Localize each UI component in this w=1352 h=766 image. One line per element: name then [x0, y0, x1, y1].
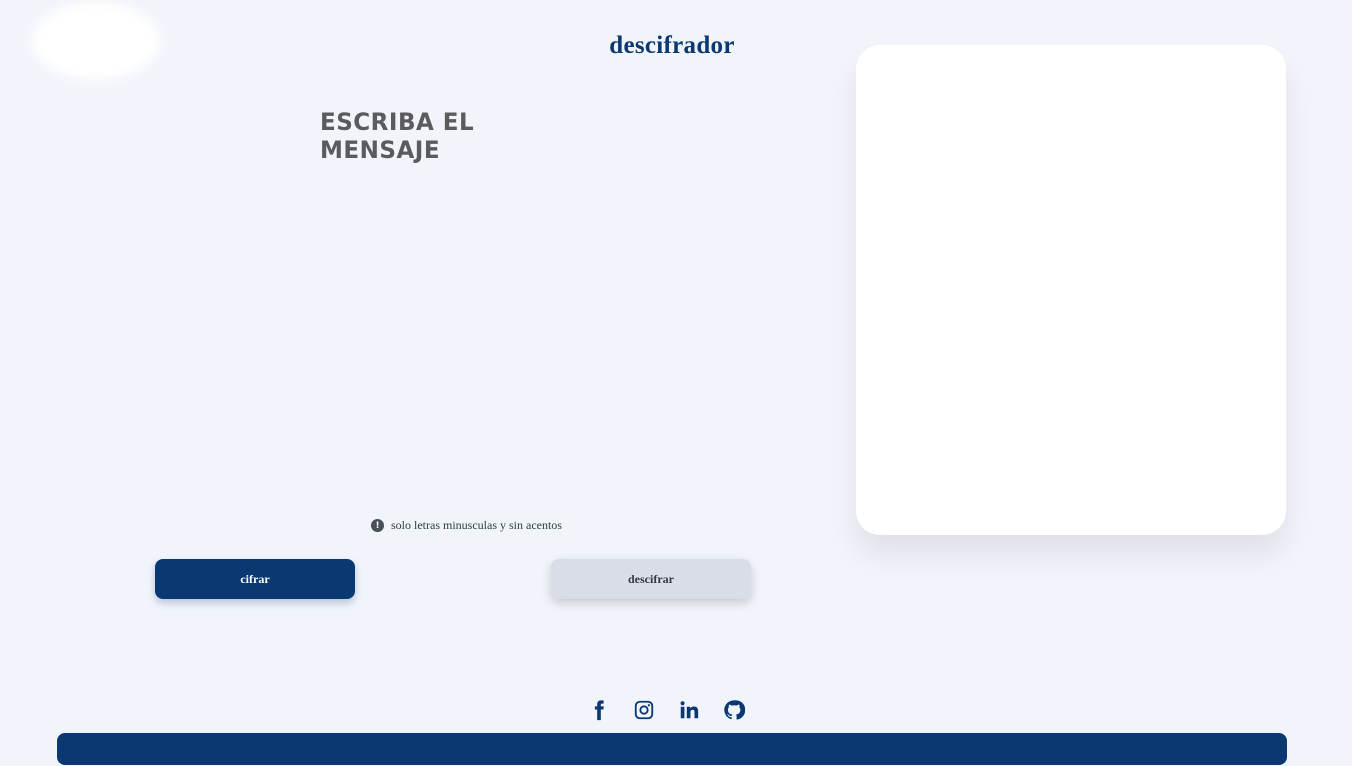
- input-hint: ! solo letras minusculas y sin acentos: [371, 518, 562, 533]
- info-icon: !: [371, 519, 384, 532]
- linkedin-link[interactable]: [676, 698, 702, 722]
- encrypt-button[interactable]: cifrar: [155, 559, 355, 599]
- facebook-link[interactable]: [586, 698, 612, 722]
- instagram-link[interactable]: [631, 698, 657, 722]
- github-icon: [724, 700, 745, 720]
- github-link[interactable]: [721, 698, 747, 722]
- hint-text: solo letras minusculas y sin acentos: [391, 518, 562, 532]
- message-input[interactable]: [155, 150, 751, 495]
- facebook-icon: [594, 700, 604, 721]
- linkedin-icon: [680, 701, 699, 719]
- decrypt-button[interactable]: descifrar: [551, 559, 751, 599]
- footer-bar: [57, 733, 1287, 765]
- instagram-icon: [634, 700, 654, 720]
- output-panel: [856, 45, 1286, 535]
- social-links: [586, 698, 747, 722]
